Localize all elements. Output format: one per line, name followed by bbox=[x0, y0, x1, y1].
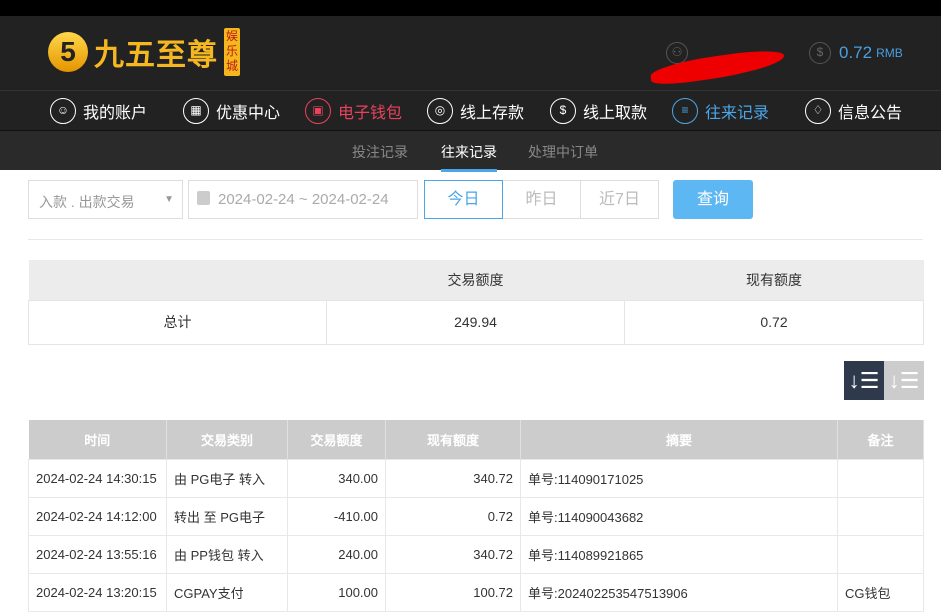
nav-announcements[interactable]: ♢ 信息公告 bbox=[805, 98, 902, 124]
table-row: 2024-02-24 14:12:00 转出 至 PG电子 -410.00 0.72 单… bbox=[28, 496, 924, 536]
divider bbox=[28, 239, 923, 240]
sort-asc-icon[interactable]: ↓☰ bbox=[884, 361, 924, 400]
cell-type: CGPAY支付 bbox=[166, 572, 288, 612]
cell-type: 由 PG电子 转入 bbox=[166, 458, 288, 498]
date-range-value: 2024-02-24 ~ 2024-02-24 bbox=[218, 191, 389, 208]
cell-type: 由 PP钱包 转入 bbox=[166, 534, 288, 574]
bell-icon: ♢ bbox=[805, 98, 831, 124]
logo-text: 九五至尊 bbox=[94, 39, 218, 72]
cell-amount: 240.00 bbox=[287, 534, 386, 574]
balance: $ 0.72 RMB bbox=[809, 42, 903, 64]
transactions-table: 时间 交易类别 交易额度 现有额度 摘要 备注 2024-02-24 14:30… bbox=[28, 420, 924, 612]
nav-label: 电子钱包 bbox=[338, 105, 403, 122]
nav-label: 线上取款 bbox=[583, 105, 648, 122]
summary-label: 总计 bbox=[28, 299, 327, 345]
deposit-icon: ◎ bbox=[427, 98, 453, 124]
nav-withdraw[interactable]: $ 线上取款 bbox=[550, 98, 647, 124]
date-shortcuts: 今日 昨日 近7日 bbox=[424, 180, 659, 219]
top-bar bbox=[0, 0, 941, 16]
header: 5 九五至尊 娱乐城 ⚇ $ 0.72 RMB bbox=[0, 16, 941, 90]
subtab-transactions[interactable]: 往来记录 bbox=[441, 142, 497, 172]
cell-note: CG钱包 bbox=[837, 572, 924, 612]
query-button[interactable]: 查询 bbox=[673, 180, 753, 219]
summary-header: 交易额度 bbox=[326, 260, 625, 300]
summary-header bbox=[28, 260, 327, 300]
nav-label: 我的账户 bbox=[83, 105, 148, 122]
cell-balance: 340.72 bbox=[385, 458, 521, 498]
logo-badge: 娱乐城 bbox=[224, 28, 240, 76]
table-row: 2024-02-24 13:20:15 CGPAY支付 100.00 100.72 单号… bbox=[28, 572, 924, 612]
cell-type: 转出 至 PG电子 bbox=[166, 496, 288, 536]
cell-amount: 100.00 bbox=[287, 572, 386, 612]
date-range-input[interactable]: 2024-02-24 ~ 2024-02-24 bbox=[188, 180, 418, 219]
table-row: 2024-02-24 13:55:16 由 PP钱包 转入 240.00 340.72… bbox=[28, 534, 924, 574]
col-header[interactable]: 交易额度 bbox=[287, 420, 386, 459]
nav-wallet[interactable]: ▣ 电子钱包 bbox=[305, 98, 402, 124]
col-header[interactable]: 摘要 bbox=[520, 420, 838, 459]
cell-summary: 单号:202402253547513906 bbox=[520, 572, 838, 612]
cell-balance: 100.72 bbox=[385, 572, 521, 612]
main-nav: ☺ 我的账户 ▦ 优惠中心 ▣ 电子钱包 ◎ 线上存款 $ 线上取款 ≡ 往来记录 ♢ 信息公… bbox=[0, 90, 941, 130]
cell-amount: 340.00 bbox=[287, 458, 386, 498]
summary-header: 现有额度 bbox=[624, 260, 924, 300]
calendar-icon bbox=[197, 191, 210, 205]
cell-balance: 340.72 bbox=[385, 534, 521, 574]
nav-label: 线上存款 bbox=[460, 105, 525, 122]
col-header[interactable]: 时间 bbox=[28, 420, 167, 459]
nav-label: 往来记录 bbox=[705, 105, 770, 122]
sub-nav: 投注记录 往来记录 处理中订单 bbox=[0, 130, 941, 172]
cell-summary: 单号:114089921865 bbox=[520, 534, 838, 574]
logo[interactable]: 5 九五至尊 娱乐城 bbox=[48, 28, 240, 76]
records-icon: ≡ bbox=[672, 98, 698, 124]
cell-time: 2024-02-24 13:55:16 bbox=[28, 534, 167, 574]
logo-mark: 5 bbox=[48, 32, 88, 72]
wallet-icon: ▣ bbox=[305, 98, 331, 124]
summary-table: 交易额度 现有额度 总计 249.94 0.72 bbox=[28, 260, 924, 345]
nav-label: 优惠中心 bbox=[216, 105, 281, 122]
col-header[interactable]: 交易类别 bbox=[166, 420, 288, 459]
today-button[interactable]: 今日 bbox=[424, 180, 503, 219]
balance-currency: RMB bbox=[876, 46, 903, 60]
yesterday-button[interactable]: 昨日 bbox=[502, 180, 581, 219]
table-row: 2024-02-24 14:30:15 由 PG电子 转入 340.00 340.72… bbox=[28, 458, 924, 498]
user-icon: ☺ bbox=[50, 98, 76, 124]
summary-balance: 0.72 bbox=[624, 299, 924, 345]
balance-value: 0.72 bbox=[839, 43, 873, 62]
cell-amount: -410.00 bbox=[287, 496, 386, 536]
dollar-icon: $ bbox=[809, 42, 831, 64]
type-select-value: 入款 . 出款交易 bbox=[39, 194, 135, 210]
sort-buttons: ↓☰ ↓☰ bbox=[844, 361, 924, 400]
subtab-pending[interactable]: 处理中订单 bbox=[528, 142, 598, 162]
nav-promotions[interactable]: ▦ 优惠中心 bbox=[183, 98, 280, 124]
cell-balance: 0.72 bbox=[385, 496, 521, 536]
gift-icon: ▦ bbox=[183, 98, 209, 124]
cell-time: 2024-02-24 14:12:00 bbox=[28, 496, 167, 536]
cell-note bbox=[837, 496, 924, 536]
nav-deposit[interactable]: ◎ 线上存款 bbox=[427, 98, 524, 124]
sort-desc-icon[interactable]: ↓☰ bbox=[844, 361, 884, 400]
chevron-down-icon: ▼ bbox=[164, 194, 174, 205]
nav-label: 信息公告 bbox=[838, 105, 903, 122]
subtab-bets[interactable]: 投注记录 bbox=[352, 142, 408, 162]
last-7-days-button[interactable]: 近7日 bbox=[580, 180, 659, 219]
col-header[interactable]: 现有额度 bbox=[385, 420, 521, 459]
nav-records[interactable]: ≡ 往来记录 bbox=[672, 98, 769, 124]
cell-summary: 单号:114090043682 bbox=[520, 496, 838, 536]
nav-account[interactable]: ☺ 我的账户 bbox=[50, 98, 147, 124]
cell-note bbox=[837, 458, 924, 498]
cell-time: 2024-02-24 13:20:15 bbox=[28, 572, 167, 612]
cell-time: 2024-02-24 14:30:15 bbox=[28, 458, 167, 498]
type-select[interactable]: 入款 . 出款交易 ▼ bbox=[28, 180, 183, 219]
summary-amount: 249.94 bbox=[326, 299, 625, 345]
col-header[interactable]: 备注 bbox=[837, 420, 924, 459]
cell-summary: 单号:114090171025 bbox=[520, 458, 838, 498]
withdraw-icon: $ bbox=[550, 98, 576, 124]
cell-note bbox=[837, 534, 924, 574]
